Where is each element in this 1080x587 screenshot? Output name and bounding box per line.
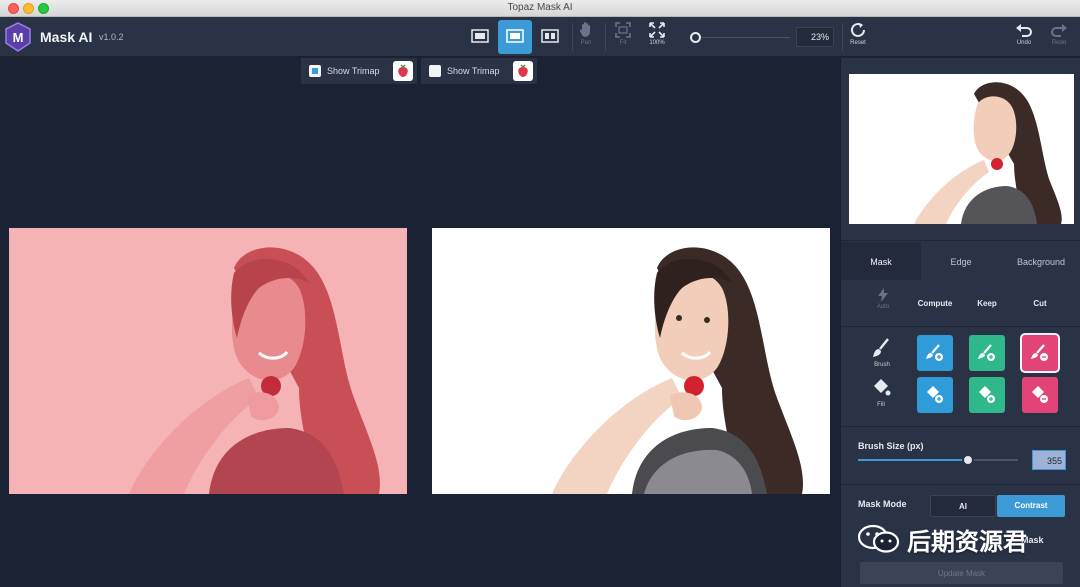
- actual-size-button[interactable]: 100%: [640, 21, 674, 46]
- brush-size-label: Brush Size (px): [858, 441, 924, 451]
- undo-button[interactable]: Undo: [1007, 21, 1041, 46]
- tab-mask[interactable]: Mask: [841, 242, 921, 280]
- pan-tool-button[interactable]: Pan: [569, 21, 603, 46]
- app-logo-icon: M: [5, 22, 31, 52]
- brush-plus-icon: [978, 344, 995, 361]
- trimap-label-right: Show Trimap: [447, 66, 500, 76]
- reset-button[interactable]: Reset: [841, 21, 875, 46]
- mask-mode-label: Mask Mode: [858, 499, 907, 509]
- trimap-preview-image[interactable]: [9, 228, 407, 494]
- compute-brush-button[interactable]: [917, 335, 953, 371]
- window-titlebar: Topaz Mask AI: [0, 0, 1080, 17]
- mask-actions-row: Auto Compute Keep Cut: [841, 284, 1080, 324]
- panel-divider: [841, 240, 1080, 241]
- fill-minus-icon: [1032, 386, 1048, 403]
- brush-plus-icon: [926, 344, 943, 361]
- undo-label: Undo: [1016, 40, 1032, 46]
- split-view-icon: [506, 29, 524, 43]
- image-canvas[interactable]: Show Trimap Show Trimap: [0, 58, 840, 587]
- trimap-label-left: Show Trimap: [327, 66, 380, 76]
- lightning-icon: [878, 288, 888, 302]
- auto-label: Auto: [876, 304, 890, 310]
- actual-size-icon: [649, 22, 665, 38]
- strawberry-icon: [518, 64, 528, 77]
- fill-tool-icon: [874, 379, 891, 396]
- fit-icon: [615, 22, 631, 38]
- zoom-value-field[interactable]: 23%: [796, 27, 834, 47]
- keep-label: Keep: [977, 299, 997, 308]
- single-view-button[interactable]: [463, 20, 497, 54]
- brush-minus-icon: [1031, 344, 1048, 361]
- trimap-toggle-right[interactable]: Show Trimap: [421, 58, 537, 84]
- navigator-preview[interactable]: [849, 74, 1074, 224]
- trimap-color-swatch-left[interactable]: [393, 61, 413, 81]
- brush-size-slider-fill: [858, 459, 969, 461]
- compute-label: Compute: [917, 299, 953, 308]
- fit-tool-button[interactable]: Fit: [606, 21, 640, 46]
- brush-label: Brush: [874, 362, 890, 368]
- single-view-icon: [471, 29, 489, 43]
- pan-tool-label: Pan: [580, 40, 592, 46]
- trimap-checkbox-left[interactable]: [309, 65, 321, 77]
- brush-tool-icon: [873, 338, 889, 357]
- fill-plus-icon: [927, 386, 943, 403]
- keep-brush-button[interactable]: [969, 335, 1005, 371]
- mask-mode-contrast-button[interactable]: Contrast: [997, 495, 1065, 517]
- mask-mode-ai-button[interactable]: AI: [930, 495, 996, 517]
- tab-background[interactable]: Background: [1001, 242, 1080, 280]
- right-panel: Mask Edge Background Auto Compute Keep C…: [840, 58, 1080, 587]
- watermark-text: 后期资源君: [907, 529, 1027, 556]
- trimap-checkbox-right[interactable]: [429, 65, 441, 77]
- top-toolbar: M Mask AI v1.0.2 Pan Fit 100% 23% Reset …: [0, 17, 1080, 57]
- trimap-color-swatch-right[interactable]: [513, 61, 533, 81]
- fit-tool-label: Fit: [619, 40, 627, 46]
- mask-result-image[interactable]: [432, 228, 830, 494]
- app-name: Mask AI: [40, 29, 93, 45]
- auto-button[interactable]: Auto: [868, 288, 898, 310]
- brush-size-slider-knob[interactable]: [962, 454, 975, 466]
- update-mask-button[interactable]: Update Mask: [860, 562, 1063, 584]
- zoom-slider-knob[interactable]: [690, 32, 701, 43]
- undo-icon: [1016, 24, 1032, 37]
- cut-fill-button[interactable]: [1022, 377, 1058, 413]
- portrait-illustration-trimap: [129, 247, 380, 494]
- compute-fill-button[interactable]: [917, 377, 953, 413]
- fill-plus-icon: [979, 386, 995, 403]
- panel-tabs: Mask Edge Background: [841, 242, 1080, 280]
- redo-icon: [1051, 24, 1067, 37]
- side-by-side-view-button[interactable]: [533, 20, 567, 54]
- panel-divider: [841, 426, 1080, 427]
- split-view-button[interactable]: [498, 20, 532, 54]
- trimap-toggle-left[interactable]: Show Trimap: [301, 58, 417, 84]
- panel-divider: [841, 326, 1080, 327]
- tab-edge[interactable]: Edge: [921, 242, 1001, 280]
- wechat-icon: [857, 524, 900, 553]
- portrait-illustration-result: [552, 247, 803, 494]
- actual-size-label: 100%: [649, 40, 665, 46]
- redo-button[interactable]: Redo: [1042, 21, 1076, 46]
- zoom-slider-track[interactable]: [702, 37, 790, 38]
- portrait-thumbnail: [914, 82, 1062, 224]
- reset-icon: [851, 22, 865, 37]
- cut-brush-button[interactable]: [1022, 335, 1058, 371]
- brush-size-slider-track[interactable]: [858, 459, 1018, 461]
- fill-label: Fill: [877, 402, 885, 408]
- side-by-side-view-icon: [541, 29, 559, 43]
- strawberry-icon: [398, 64, 408, 77]
- window-title: Topaz Mask AI: [507, 2, 573, 13]
- panel-divider: [841, 484, 1080, 485]
- redo-label: Redo: [1051, 40, 1067, 46]
- reset-label: Reset: [850, 40, 866, 46]
- brush-size-input[interactable]: 355: [1032, 450, 1066, 470]
- brush-tools-grid: Brush Fill: [841, 332, 1080, 422]
- app-version: v1.0.2: [99, 32, 124, 42]
- hand-icon: [579, 22, 590, 37]
- svg-text:M: M: [13, 30, 24, 45]
- keep-fill-button[interactable]: [969, 377, 1005, 413]
- cut-label: Cut: [1033, 299, 1047, 308]
